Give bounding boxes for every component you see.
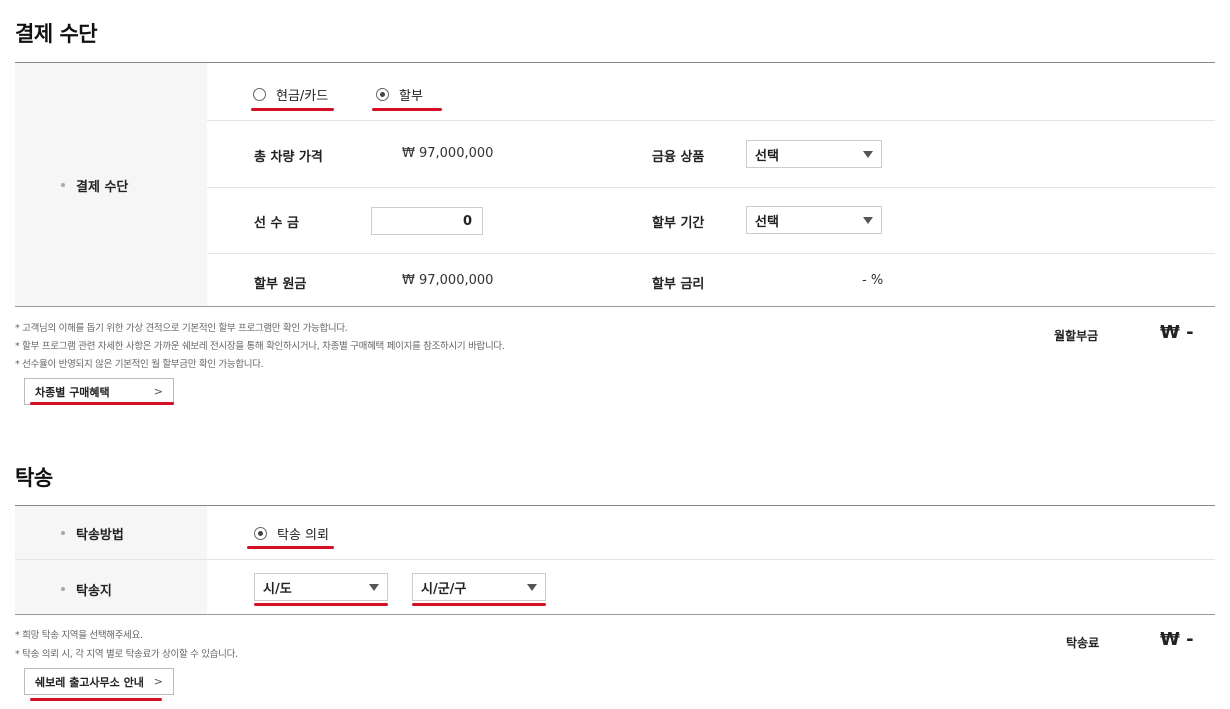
radio-cash-card-label: 현금/카드 bbox=[276, 89, 329, 104]
bullet-icon bbox=[61, 587, 65, 591]
radio-unchecked-icon bbox=[253, 88, 266, 101]
delivery-method-label: 탁송방법 bbox=[76, 528, 124, 543]
principal-value: ₩ 97,000,000 bbox=[402, 273, 494, 288]
payment-bottom-border bbox=[15, 306, 1215, 307]
dropdown-arrow-icon bbox=[527, 583, 537, 591]
radio-cash-card[interactable]: 현금/카드 bbox=[253, 85, 328, 104]
radio-installment-label: 할부 bbox=[399, 89, 423, 104]
total-price-label: 총 차량 가격 bbox=[254, 150, 323, 165]
row-divider bbox=[207, 253, 1215, 254]
total-price-value: ₩ 97,000,000 bbox=[402, 146, 494, 161]
monthly-payment-label: 월할부금 bbox=[1054, 329, 1099, 343]
payment-note: * 선수율이 반영되지 않은 기본적인 월 할부금만 확인 가능합니다. bbox=[15, 359, 264, 370]
delivery-note: * 탁송 의뢰 시, 각 지역 별로 탁송료가 상이할 수 있습니다. bbox=[15, 649, 238, 660]
down-payment-input[interactable] bbox=[371, 207, 483, 235]
finance-product-selected: 선택 bbox=[755, 148, 779, 164]
row-divider bbox=[15, 559, 1215, 560]
highlight-underline bbox=[254, 603, 388, 606]
payment-section-title: 결제 수단 bbox=[15, 22, 98, 46]
delivery-bottom-border bbox=[15, 614, 1215, 615]
radio-checked-icon bbox=[254, 527, 267, 540]
benefit-button[interactable]: 차종별 구매혜택 > bbox=[24, 378, 174, 405]
finance-product-select[interactable]: 선택 bbox=[746, 140, 882, 168]
payment-note: * 고객님의 이해를 돕기 위한 가상 견적으로 기본적인 할부 프로그램만 확… bbox=[15, 323, 348, 334]
monthly-payment-value: ₩ - bbox=[1160, 322, 1194, 343]
bullet-icon bbox=[61, 531, 65, 535]
delivery-note: * 희망 탁송 지역을 선택해주세요. bbox=[15, 630, 143, 641]
down-payment-label: 선 수 금 bbox=[254, 216, 299, 231]
highlight-underline bbox=[251, 108, 334, 111]
row-divider bbox=[207, 120, 1215, 121]
installment-period-selected: 선택 bbox=[755, 214, 779, 230]
delivery-fee-value: ₩ - bbox=[1160, 629, 1194, 650]
row-divider bbox=[207, 187, 1215, 188]
delivery-fee-label: 탁송료 bbox=[1066, 636, 1100, 650]
payment-row-label: 결제 수단 bbox=[76, 180, 129, 195]
principal-label: 할부 원금 bbox=[254, 277, 307, 292]
highlight-underline bbox=[30, 402, 174, 405]
province-selected: 시/도 bbox=[263, 581, 292, 597]
radio-delivery-request[interactable]: 탁송 의뢰 bbox=[254, 524, 329, 543]
dropdown-arrow-icon bbox=[369, 583, 379, 591]
province-select[interactable]: 시/도 bbox=[254, 573, 388, 601]
chevron-right-icon: > bbox=[153, 675, 163, 688]
delivery-section-title: 탁송 bbox=[15, 466, 53, 490]
highlight-underline bbox=[30, 698, 162, 701]
rate-value: - % bbox=[862, 273, 884, 288]
payment-note: * 할부 프로그램 관련 자세한 사항은 가까운 쉐보레 전시장을 통해 확인하… bbox=[15, 341, 505, 352]
benefit-button-label: 차종별 구매혜택 bbox=[35, 385, 110, 399]
finance-product-label: 금융 상품 bbox=[652, 150, 705, 165]
delivery-location-label: 탁송지 bbox=[76, 584, 112, 599]
office-guide-button[interactable]: 쉐보레 출고사무소 안내 > bbox=[24, 668, 174, 695]
highlight-underline bbox=[412, 603, 546, 606]
highlight-underline bbox=[372, 108, 442, 111]
bullet-icon bbox=[61, 183, 65, 187]
radio-installment[interactable]: 할부 bbox=[376, 85, 423, 104]
highlight-underline bbox=[247, 546, 334, 549]
rate-label: 할부 금리 bbox=[652, 277, 705, 292]
chevron-right-icon: > bbox=[153, 385, 163, 398]
city-select[interactable]: 시/군/구 bbox=[412, 573, 546, 601]
dropdown-arrow-icon bbox=[863, 150, 873, 158]
city-selected: 시/군/구 bbox=[421, 581, 467, 597]
office-guide-button-label: 쉐보레 출고사무소 안내 bbox=[35, 675, 144, 689]
radio-delivery-request-label: 탁송 의뢰 bbox=[277, 528, 329, 543]
radio-checked-icon bbox=[376, 88, 389, 101]
dropdown-arrow-icon bbox=[863, 216, 873, 224]
installment-period-select[interactable]: 선택 bbox=[746, 206, 882, 234]
installment-period-label: 할부 기간 bbox=[652, 216, 705, 231]
